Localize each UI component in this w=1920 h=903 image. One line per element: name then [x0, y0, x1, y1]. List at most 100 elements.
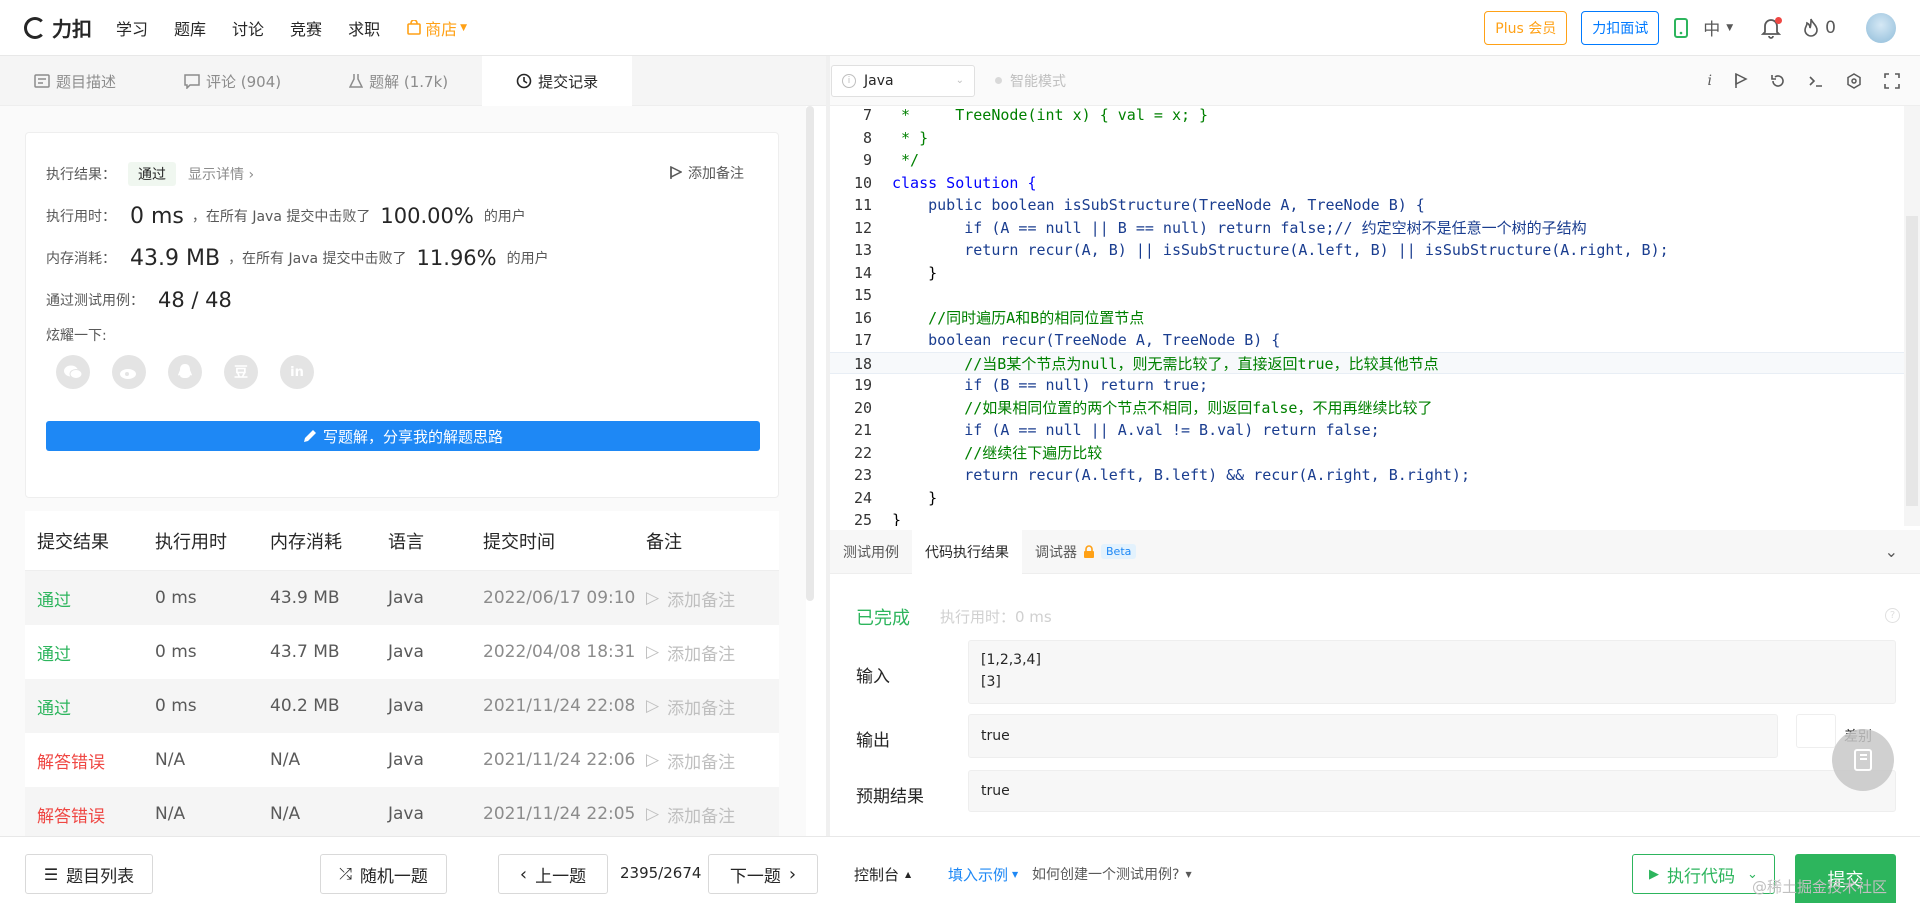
write-solution-button[interactable]: 写题解，分享我的解题思路: [46, 421, 760, 451]
code-text: if (A == null || A.val != B.val) return …: [892, 421, 1380, 439]
nav-contest[interactable]: 竞赛: [290, 16, 322, 40]
interview-button[interactable]: 力扣面试: [1581, 10, 1660, 45]
reset-icon[interactable]: [1770, 73, 1786, 89]
caret-up-icon: ▲: [905, 870, 912, 879]
how-to-link[interactable]: 如何创建一个测试用例? ▼: [1032, 864, 1192, 884]
floating-notebook-button[interactable]: [1832, 729, 1894, 791]
plus-member-button[interactable]: Plus 会员: [1484, 10, 1568, 45]
row-status[interactable]: 通过: [25, 694, 155, 719]
settings-icon[interactable]: [1846, 72, 1862, 89]
code-text: * }: [892, 128, 929, 147]
qq-icon[interactable]: [168, 355, 202, 389]
row-status[interactable]: 解答错误: [25, 748, 155, 773]
code-editor[interactable]: 7 * TreeNode(int x) { val = x; } 8 * } 9…: [830, 106, 1920, 526]
table-row[interactable]: 解答错误 N/A N/A Java 2021/11/24 22:06 ▷ 添加备注: [25, 733, 779, 787]
tab-description[interactable]: 题目描述: [0, 56, 150, 106]
language-select[interactable]: i Java ⌄: [831, 64, 975, 97]
flag-icon[interactable]: [1734, 72, 1748, 89]
problem-list-button[interactable]: ☰ 题目列表: [25, 854, 153, 894]
row-add-note[interactable]: ▷ 添加备注: [646, 748, 779, 773]
list-icon: ☰: [43, 864, 59, 884]
nav-jobs[interactable]: 求职: [348, 16, 380, 40]
prev-problem-button[interactable]: ‹ 上一题: [498, 854, 608, 894]
tab-testcase[interactable]: 测试用例: [830, 530, 912, 574]
linkedin-icon[interactable]: in: [280, 355, 314, 389]
show-details-link[interactable]: 显示详情 ›: [188, 164, 254, 184]
scrollbar-thumb[interactable]: [1906, 216, 1918, 506]
left-scrollbar[interactable]: [806, 106, 814, 601]
tab-comments[interactable]: 评论 (904): [150, 56, 315, 106]
expected-value: true: [981, 783, 1010, 799]
memory-line: 内存消耗： 43.9 MB ，在所有 Java 提交中击败了 11.96% 的用…: [46, 237, 758, 279]
smart-mode-toggle[interactable]: 智能模式: [995, 71, 1066, 91]
header-time: 提交时间: [483, 531, 555, 553]
diff-toggle[interactable]: [1796, 714, 1836, 748]
row-status[interactable]: 通过: [25, 640, 155, 665]
row-date: 2022/04/08 18:31: [483, 642, 636, 662]
code-line: 17 boolean recur(TreeNode A, TreeNode B)…: [830, 329, 1920, 352]
douban-icon[interactable]: 豆: [224, 355, 258, 389]
tab-solutions[interactable]: 题解 (1.7k): [315, 56, 482, 106]
tab-run-result[interactable]: 代码执行结果: [912, 529, 1022, 574]
table-row[interactable]: 通过 0 ms 43.7 MB Java 2022/04/08 18:31 ▷ 添…: [25, 625, 779, 679]
fullscreen-icon[interactable]: [1884, 72, 1900, 89]
header-runtime: 执行用时: [155, 531, 227, 553]
notification-dot: [1775, 16, 1783, 24]
row-add-note[interactable]: ▷ 添加备注: [646, 586, 779, 611]
row-status[interactable]: 解答错误: [25, 802, 155, 827]
terminal-icon[interactable]: [1808, 73, 1824, 89]
row-add-note[interactable]: ▷ 添加备注: [646, 694, 779, 719]
logo-icon: [24, 16, 46, 39]
editor-scrollbar[interactable]: [1904, 106, 1920, 526]
console-toggle[interactable]: 控制台 ▲: [854, 864, 911, 885]
bell-icon[interactable]: [1761, 16, 1783, 39]
nav-store[interactable]: 商店 ▼: [406, 16, 467, 40]
add-note-button[interactable]: 添加备注: [670, 163, 744, 183]
console-tab-bar: 测试用例 代码执行结果 调试器 Beta ⌄: [830, 529, 1920, 574]
row-add-note[interactable]: ▷ 添加备注: [646, 640, 779, 665]
mobile-icon[interactable]: [1673, 17, 1689, 38]
random-problem-button[interactable]: ⤮ 随机一题: [320, 854, 447, 894]
code-text: return recur(A.left, B.left) && recur(A.…: [892, 466, 1470, 484]
row-add-note[interactable]: ▷ 添加备注: [646, 802, 779, 827]
fill-example-link[interactable]: 填入示例 ▼: [948, 864, 1018, 885]
problem-counter: 2395/2674: [620, 864, 702, 882]
next-problem-button[interactable]: 下一题 ›: [708, 854, 818, 894]
line-number: 22: [853, 443, 872, 462]
collapse-chevron-icon[interactable]: ⌄: [1885, 542, 1898, 561]
nav-problems[interactable]: 题库: [174, 16, 206, 40]
bottom-toolbar: ☰ 题目列表 ⤮ 随机一题 ‹ 上一题 2395/2674 下一题 › 控制台 …: [0, 836, 1920, 903]
run-result-panel: 已完成 执行用时：0 ms ? 输入 [1,2,3,4] [3] 输出 true…: [830, 574, 1920, 836]
code-text: if (A == null || B == null) return false…: [892, 218, 1587, 237]
info-italic-icon[interactable]: i: [1708, 73, 1712, 89]
help-icon[interactable]: ?: [1885, 608, 1900, 623]
row-date: 2021/11/24 22:06: [483, 750, 636, 770]
avatar[interactable]: [1866, 12, 1896, 43]
code-line: 23 return recur(A.left, B.left) && recur…: [830, 464, 1920, 487]
tab-submissions[interactable]: 提交记录: [482, 56, 633, 106]
header-language: 语言: [388, 531, 424, 553]
nav-learn[interactable]: 学习: [116, 16, 148, 40]
row-runtime: N/A: [155, 804, 186, 824]
table-header: 提交结果 执行用时 内存消耗 语言 提交时间 备注: [25, 511, 779, 571]
table-row[interactable]: 通过 0 ms 43.9 MB Java 2022/06/17 09:10 ▷ 添…: [25, 571, 779, 625]
nav-discuss[interactable]: 讨论: [232, 16, 264, 40]
code-text: return recur(A, B) || isSubStructure(A.l…: [892, 241, 1669, 259]
flag-icon: ▷: [646, 804, 660, 824]
language-switch[interactable]: 中 ▼: [1703, 15, 1733, 40]
memory-users: 的用户: [506, 251, 549, 267]
write-solution-label: 写题解，分享我的解题思路: [322, 427, 503, 446]
run-code-label: 执行代码: [1667, 866, 1736, 887]
table-row[interactable]: 解答错误 N/A N/A Java 2021/11/24 22:05 ▷ 添加备注: [25, 787, 779, 836]
wechat-icon[interactable]: [56, 355, 90, 389]
memory-label: 内存消耗：: [46, 251, 116, 267]
table-row[interactable]: 通过 0 ms 40.2 MB Java 2021/11/24 22:08 ▷ 添…: [25, 679, 779, 733]
result-card: 执行结果： 通过 显示详情 › 执行用时： 0 ms ，在所有 Java 提交中…: [25, 132, 779, 498]
streak-counter[interactable]: 0: [1803, 18, 1836, 38]
tab-debugger[interactable]: 调试器 Beta: [1022, 530, 1149, 574]
leetcode-logo[interactable]: 力扣: [24, 13, 92, 42]
how-to-label: 如何创建一个测试用例?: [1032, 867, 1180, 883]
info-icon: i: [842, 73, 856, 88]
row-status[interactable]: 通过: [25, 586, 155, 611]
weibo-icon[interactable]: [112, 355, 146, 389]
